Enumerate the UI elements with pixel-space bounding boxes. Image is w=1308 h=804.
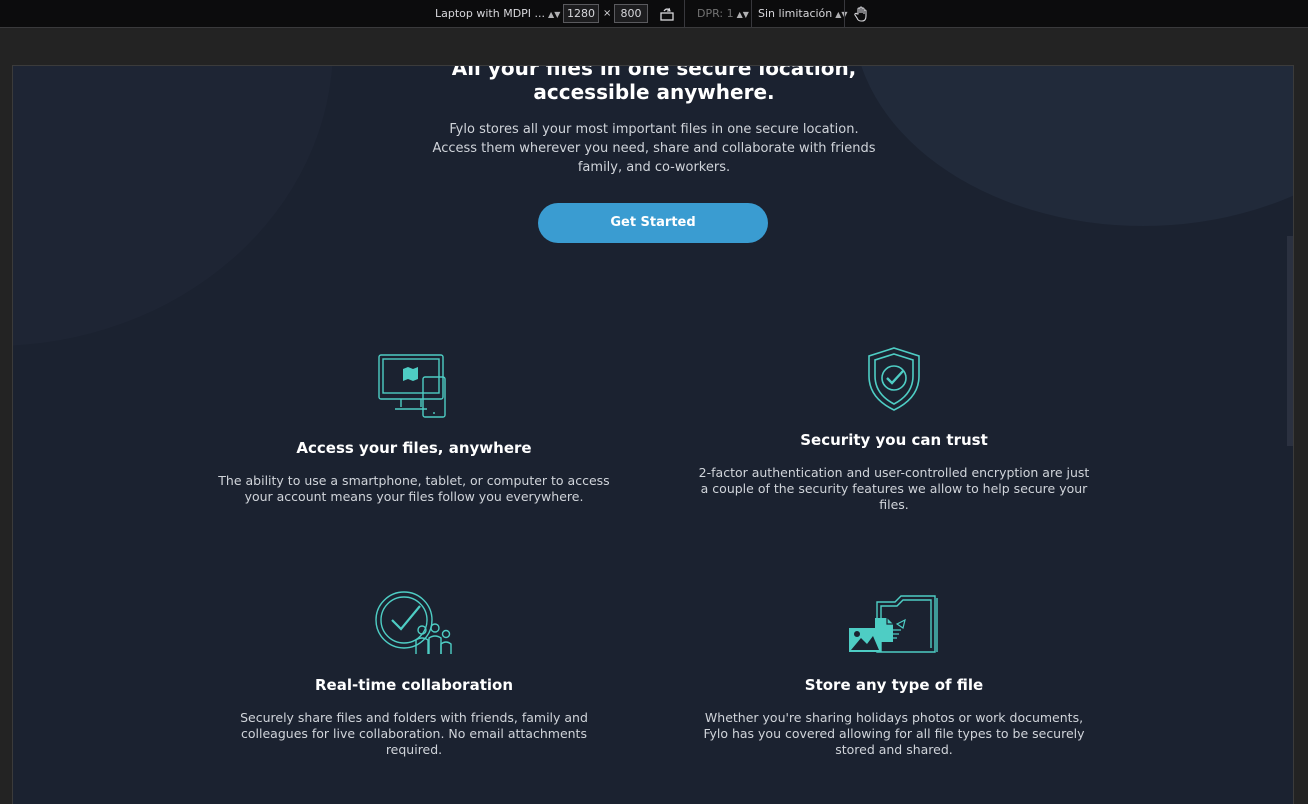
hero-title-line-2: accessible anywhere. bbox=[533, 80, 775, 104]
collaboration-icon bbox=[375, 591, 452, 654]
hero-title-line-1: All your files in one secure location, bbox=[451, 65, 857, 80]
feature-description-line: required. bbox=[385, 742, 443, 757]
feature-description-line: colleagues for live collaboration. No em… bbox=[241, 726, 587, 741]
toolbar-divider bbox=[844, 0, 845, 28]
feature-description: The ability to use a smartphone, tablet,… bbox=[204, 473, 624, 505]
shield-check-icon bbox=[868, 347, 920, 411]
dpr-dropdown-icon: ▲▼ bbox=[736, 10, 749, 19]
touch-simulation-button[interactable] bbox=[854, 0, 868, 28]
dimension-separator: × bbox=[603, 8, 612, 19]
rotate-viewport-button[interactable] bbox=[659, 0, 675, 28]
viewport-height-input[interactable]: 800 bbox=[614, 4, 648, 23]
network-throttle-selector[interactable]: Sin limitación ▲▼ bbox=[758, 0, 848, 28]
viewport-width-input[interactable]: 1280 bbox=[563, 4, 599, 23]
file-types-icon bbox=[849, 595, 938, 653]
feature-security: Security you can trust 2-factor authenti… bbox=[684, 346, 1104, 516]
dpr-label: DPR: 1 bbox=[697, 7, 734, 20]
dpr-selector[interactable]: DPR: 1 ▲▼ bbox=[697, 0, 749, 28]
feature-access-files: Access your files, anywhere The ability … bbox=[204, 346, 624, 516]
feature-description-line: The ability to use a smartphone, tablet,… bbox=[218, 473, 610, 488]
feature-description: 2-factor authentication and user-control… bbox=[684, 465, 1104, 513]
scrollbar[interactable] bbox=[1287, 236, 1293, 446]
feature-description-line: 2-factor authentication and user-control… bbox=[698, 465, 1090, 480]
feature-description-line: Securely share files and folders with fr… bbox=[240, 710, 588, 725]
hero-description: Fylo stores all your most important file… bbox=[404, 120, 904, 177]
device-selector[interactable]: Laptop with MDPI ... ▲▼ bbox=[435, 0, 560, 28]
feature-title: Security you can trust bbox=[800, 431, 988, 449]
feature-description: Whether you're sharing holidays photos o… bbox=[684, 710, 1104, 758]
feature-description-line: files. bbox=[879, 497, 909, 512]
hero-description-line: family, and co-workers. bbox=[577, 160, 731, 175]
throttle-dropdown-icon: ▲▼ bbox=[835, 10, 848, 19]
toolbar-divider bbox=[684, 0, 685, 28]
feature-description-line: Whether you're sharing holidays photos o… bbox=[704, 710, 1084, 725]
background-curve-left bbox=[13, 66, 333, 346]
throttle-label: Sin limitación bbox=[758, 7, 833, 20]
feature-description-line: Fylo has you covered allowing for all fi… bbox=[703, 726, 1085, 741]
device-label: Laptop with MDPI ... bbox=[435, 7, 546, 20]
responsive-toolbar: Laptop with MDPI ... ▲▼ 1280 × 800 DPR: 1… bbox=[0, 0, 1308, 28]
feature-title: Real-time collaboration bbox=[314, 676, 513, 694]
hero-description-line: Fylo stores all your most important file… bbox=[449, 122, 859, 137]
hand-pointer-icon bbox=[854, 6, 867, 22]
page-viewport: All your files in one secure location, a… bbox=[12, 65, 1294, 804]
feature-description-line: a couple of the security features we all… bbox=[700, 481, 1088, 496]
rotate-icon bbox=[660, 7, 674, 21]
toolbar-divider bbox=[751, 0, 752, 28]
devices-icon bbox=[378, 354, 446, 418]
feature-description: Securely share files and folders with fr… bbox=[204, 710, 624, 758]
feature-title: Store any type of file bbox=[804, 676, 984, 694]
feature-collaboration: Real-time collaboration Securely share f… bbox=[204, 586, 624, 766]
get-started-button[interactable]: Get Started bbox=[538, 203, 768, 243]
feature-description-line: your account means your files follow you… bbox=[244, 489, 584, 504]
feature-title: Access your files, anywhere bbox=[296, 439, 532, 457]
device-dropdown-icon: ▲▼ bbox=[548, 10, 561, 19]
feature-description-line: stored and shared. bbox=[835, 742, 953, 757]
hero-description-line: Access them wherever you need, share and… bbox=[432, 141, 876, 156]
feature-file-types: Store any type of file Whether you're sh… bbox=[684, 586, 1104, 766]
